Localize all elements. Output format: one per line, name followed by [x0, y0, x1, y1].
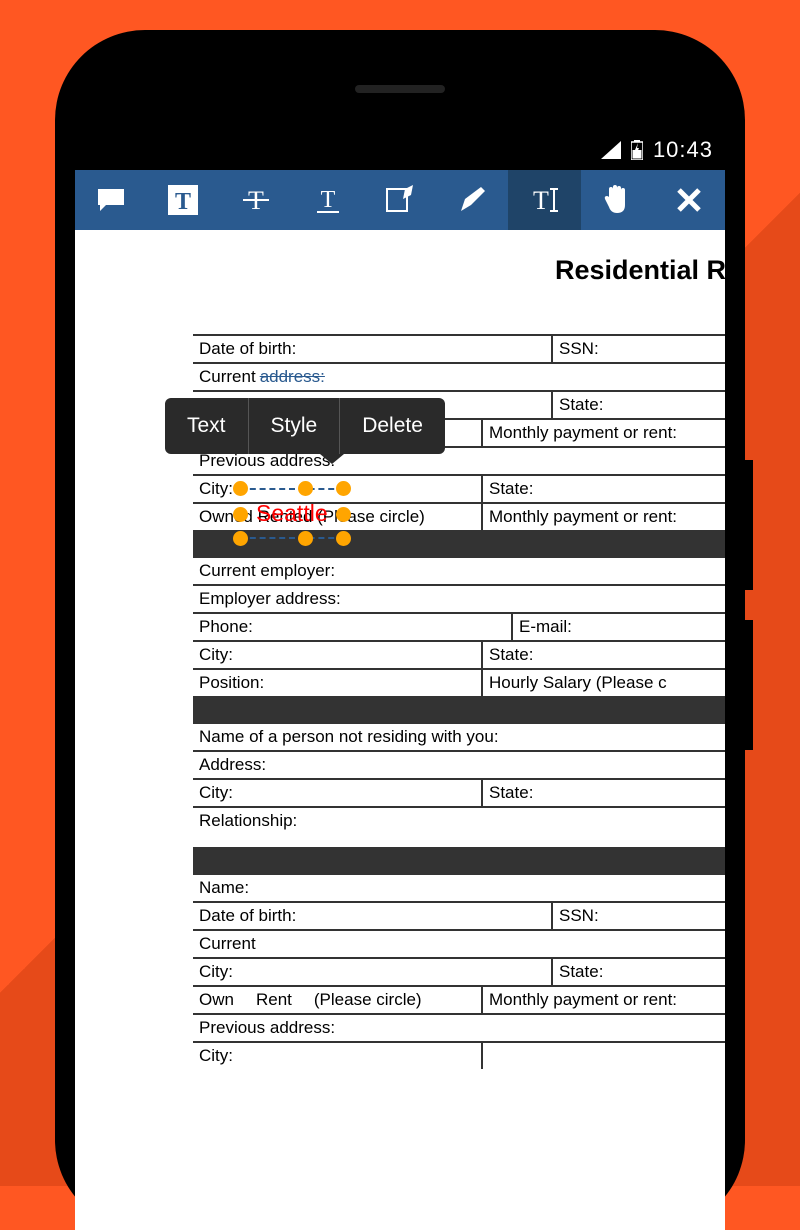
monthly-label: Monthly payment or rent:	[483, 420, 725, 446]
comment-tool[interactable]	[75, 170, 147, 230]
city-label: City:	[193, 959, 553, 985]
signature-tool[interactable]	[364, 170, 436, 230]
table-row: City: State:	[193, 778, 725, 806]
email-label: E-mail:	[513, 614, 725, 640]
resize-handle[interactable]	[233, 507, 248, 522]
table-row: Address:	[193, 750, 725, 778]
context-style-button[interactable]: Style	[249, 398, 341, 454]
context-text-button[interactable]: Text	[165, 398, 249, 454]
table-row: Date of birth: SSN:	[193, 334, 725, 362]
strikethrough-tool[interactable]: T	[219, 170, 291, 230]
table-row: Own Rent (Please circle) Monthly payment…	[193, 985, 725, 1013]
position-label: Position:	[193, 670, 483, 696]
city-label: City:	[193, 642, 483, 668]
state-label: State:	[553, 959, 725, 985]
svg-text:T: T	[533, 186, 549, 215]
employer-address-label: Employer address:	[193, 586, 725, 612]
name-label: Name:	[193, 875, 725, 901]
section-divider	[193, 696, 725, 722]
table-row: Position: Hourly Salary (Please c	[193, 668, 725, 696]
selection-border-top	[240, 488, 344, 490]
reference-name-label: Name of a person not residing with you:	[193, 724, 725, 750]
current-address-label: Current address:	[193, 364, 725, 390]
phone-frame: 10:43 T T T T	[55, 30, 745, 1230]
svg-text:T: T	[175, 189, 191, 215]
toolbar: T T T T	[75, 170, 725, 230]
text-highlight-tool[interactable]: T	[147, 170, 219, 230]
monthly-label: Monthly payment or rent:	[483, 504, 725, 530]
section-divider	[193, 530, 725, 556]
battery-charging-icon	[631, 140, 643, 160]
prev-address-label: Previous address:	[193, 1015, 725, 1041]
screen: 10:43 T T T T	[75, 130, 725, 1230]
table-row: Name of a person not residing with you:	[193, 722, 725, 750]
ownrent-label: Own Rent (Please circle)	[193, 987, 483, 1013]
resize-handle[interactable]	[233, 531, 248, 546]
resize-handle[interactable]	[336, 507, 351, 522]
state-label: State:	[553, 392, 725, 418]
resize-handle[interactable]	[298, 531, 313, 546]
text-insert-tool[interactable]: T	[508, 170, 580, 230]
side-button-1	[745, 460, 753, 590]
dob-label: Date of birth:	[193, 903, 553, 929]
address-label: Address:	[193, 752, 725, 778]
resize-handle[interactable]	[336, 531, 351, 546]
table-row: Phone: E-mail:	[193, 612, 725, 640]
monthly-label: Monthly payment or rent:	[483, 987, 725, 1013]
ssn-label: SSN:	[553, 336, 725, 362]
svg-text:T: T	[320, 187, 335, 213]
text-annotation[interactable]: Seattle	[248, 500, 336, 527]
ssn-label: SSN:	[553, 903, 725, 929]
status-bar: 10:43	[75, 130, 725, 170]
draw-tool[interactable]	[436, 170, 508, 230]
table-row: Name:	[193, 873, 725, 901]
table-row: Current employer:	[193, 556, 725, 584]
resize-handle[interactable]	[298, 481, 313, 496]
pan-tool[interactable]	[581, 170, 653, 230]
context-delete-button[interactable]: Delete	[340, 398, 445, 454]
document-view[interactable]: Residential Ren Text Style Delete Seattl…	[75, 230, 725, 1069]
clock-text: 10:43	[653, 137, 713, 163]
table-row: Previous address:	[193, 1013, 725, 1041]
table-row: Relationship:	[193, 806, 725, 847]
side-button-2	[745, 620, 753, 750]
document-title: Residential Ren	[75, 255, 725, 286]
selection-border-bottom	[240, 537, 344, 539]
table-row: Date of birth: SSN:	[193, 901, 725, 929]
table-row: Current address:	[193, 362, 725, 390]
close-tool[interactable]	[653, 170, 725, 230]
section-divider	[193, 847, 725, 873]
dob-label: Date of birth:	[193, 336, 553, 362]
resize-handle[interactable]	[336, 481, 351, 496]
table-row: Current	[193, 929, 725, 957]
hourlysalary-label: Hourly Salary (Please c	[483, 670, 725, 696]
table-row: City:	[193, 1041, 725, 1069]
city-label: City:	[193, 1043, 483, 1069]
underline-tool[interactable]: T	[292, 170, 364, 230]
phone-label: Phone:	[193, 614, 513, 640]
state-label: State:	[483, 642, 725, 668]
signal-icon	[601, 141, 621, 159]
state-label: State:	[483, 476, 725, 502]
table-row: City: State:	[193, 640, 725, 668]
state-label: State:	[483, 780, 725, 806]
current-address-label: Current	[193, 931, 725, 957]
table-row: City: State:	[193, 957, 725, 985]
city-label: City:	[193, 780, 483, 806]
employer-label: Current employer:	[193, 558, 725, 584]
annotation-text: Seattle	[248, 500, 336, 526]
relationship-label: Relationship:	[193, 808, 725, 847]
context-menu: Text Style Delete	[165, 398, 445, 454]
resize-handle[interactable]	[233, 481, 248, 496]
table-row: Employer address:	[193, 584, 725, 612]
